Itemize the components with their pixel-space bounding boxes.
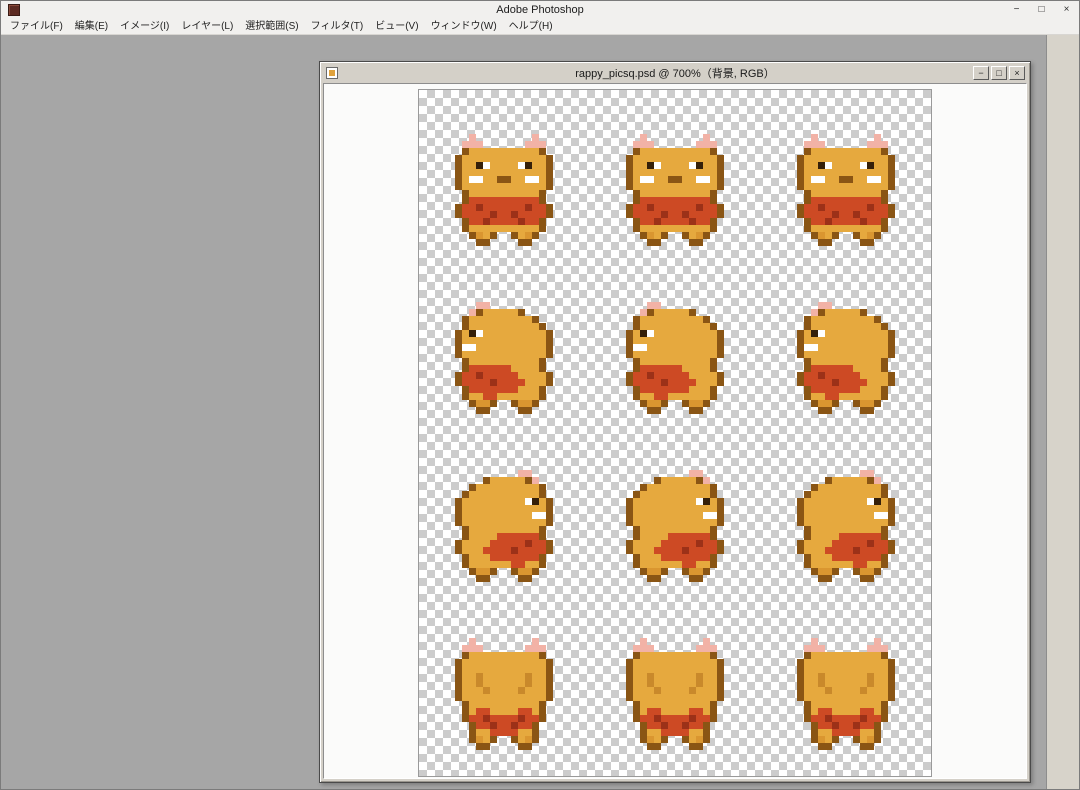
minimize-button[interactable]: − — [1004, 1, 1029, 19]
menu-layer[interactable]: レイヤー(L) — [175, 19, 239, 35]
sprite-grid — [419, 90, 931, 778]
rappy-sprite-right — [761, 442, 932, 610]
photoshop-app-icon[interactable] — [8, 4, 20, 16]
document-title: rappy_picsq.psd @ 700%（背景, RGB） — [575, 68, 775, 80]
rappy-sprite-right — [419, 442, 590, 610]
close-button[interactable]: × — [1054, 1, 1079, 19]
document-scroll-area — [323, 83, 1027, 779]
menu-file[interactable]: ファイル(F) — [4, 19, 69, 35]
maximize-button[interactable]: □ — [1029, 1, 1054, 19]
rappy-sprite-left — [590, 274, 761, 442]
menu-view[interactable]: ビュー(V) — [369, 19, 424, 35]
document-window: rappy_picsq.psd @ 700%（背景, RGB） − □ × — [319, 61, 1031, 783]
app-titlebar[interactable]: Adobe Photoshop − □ × — [1, 1, 1079, 19]
document-icon[interactable] — [326, 67, 338, 79]
rappy-sprite-front — [419, 106, 590, 274]
palette-well-strip — [1046, 35, 1079, 789]
menu-window[interactable]: ウィンドウ(W) — [425, 19, 503, 35]
rappy-sprite-right — [590, 442, 761, 610]
rappy-sprite-back — [590, 610, 761, 778]
menu-image[interactable]: イメージ(I) — [114, 19, 175, 35]
rappy-sprite-back — [761, 610, 932, 778]
menu-filter[interactable]: フィルタ(T) — [305, 19, 370, 35]
rappy-sprite-left — [419, 274, 590, 442]
app-window-controls: − □ × — [1004, 1, 1079, 19]
rappy-sprite-left — [761, 274, 932, 442]
menu-select[interactable]: 選択範囲(S) — [239, 19, 304, 35]
photoshop-window: Adobe Photoshop − □ × ファイル(F) 編集(E) イメージ… — [0, 0, 1080, 790]
document-titlebar[interactable]: rappy_picsq.psd @ 700%（背景, RGB） − □ × — [322, 64, 1028, 82]
workspace: rappy_picsq.psd @ 700%（背景, RGB） − □ × — [1, 35, 1079, 789]
menu-bar: ファイル(F) 編集(E) イメージ(I) レイヤー(L) 選択範囲(S) フィ… — [1, 19, 1079, 35]
app-title: Adobe Photoshop — [496, 4, 584, 16]
doc-close-button[interactable]: × — [1009, 66, 1025, 80]
doc-maximize-button[interactable]: □ — [991, 66, 1007, 80]
rappy-sprite-back — [419, 610, 590, 778]
rappy-sprite-front — [761, 106, 932, 274]
canvas[interactable] — [418, 89, 932, 777]
rappy-sprite-front — [590, 106, 761, 274]
menu-help[interactable]: ヘルプ(H) — [503, 19, 559, 35]
document-window-controls: − □ × — [973, 66, 1028, 80]
menu-edit[interactable]: 編集(E) — [69, 19, 114, 35]
doc-minimize-button[interactable]: − — [973, 66, 989, 80]
